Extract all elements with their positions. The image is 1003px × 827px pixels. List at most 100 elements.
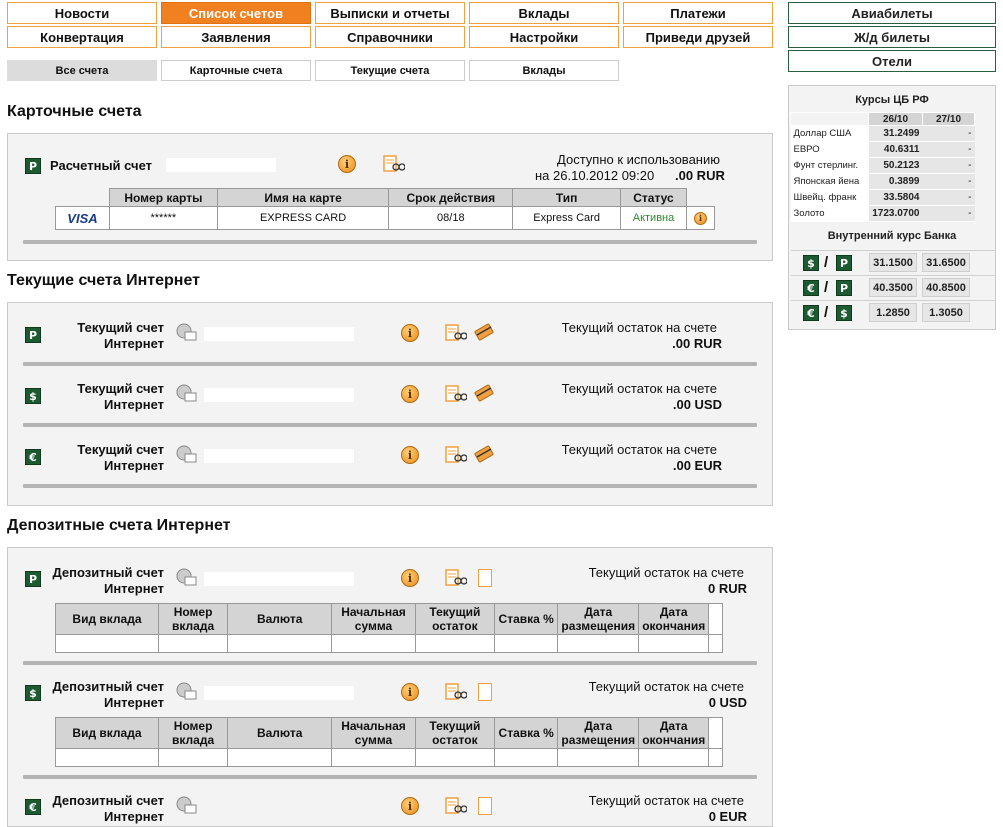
- internet-globe-icon: [176, 384, 197, 402]
- rate-row: Японская йена 0.3899-: [790, 173, 975, 190]
- nav-hotels[interactable]: Отели: [788, 50, 996, 72]
- statement-icon[interactable]: [445, 446, 467, 464]
- account-number-mask: [204, 449, 354, 463]
- euro-icon: €: [25, 449, 41, 465]
- info-icon[interactable]: i: [401, 683, 419, 701]
- bank-rate-row: € / Р 40.3500 40.8500: [791, 275, 995, 299]
- bank-sell-rate: 40.8500: [922, 278, 970, 297]
- nav-account-list[interactable]: Список счетов: [161, 2, 311, 24]
- col-deposit-type: Вид вклада: [55, 603, 159, 635]
- subtab-current-accounts[interactable]: Текущие счета: [315, 60, 465, 81]
- euro-icon: €: [803, 280, 819, 296]
- exchange-rates-widget: Курсы ЦБ РФ 26/10 27/10 Доллар США 31.249…: [788, 85, 996, 330]
- col-card-number: Номер карты: [108, 188, 218, 207]
- balance-value: 0 EUR: [708, 809, 747, 824]
- currency-pair: € / $: [803, 304, 859, 322]
- nav-payments[interactable]: Платежи: [623, 2, 773, 24]
- deposit-accounts-title: Депозитные счета Интернет: [7, 517, 231, 534]
- statement-icon[interactable]: [445, 797, 467, 815]
- nav-statements[interactable]: Выписки и отчеты: [315, 2, 465, 24]
- nav-news[interactable]: Новости: [7, 2, 157, 24]
- account-number-mask: [204, 572, 354, 586]
- deposit-account-name[interactable]: Депозитный счет Интернет: [48, 793, 164, 825]
- card-status: Активна: [620, 206, 687, 230]
- card-accounts-title: Карточные счета: [7, 103, 142, 120]
- balance-value: 0 RUR: [707, 581, 747, 596]
- nav-applications[interactable]: Заявления: [161, 26, 311, 48]
- ruble-icon: Р: [25, 327, 41, 343]
- nav-deposits[interactable]: Вклады: [469, 2, 619, 24]
- card-payment-icon[interactable]: [474, 384, 494, 402]
- document-icon[interactable]: [478, 683, 492, 701]
- internet-globe-icon: [176, 568, 197, 586]
- col-card-name: Имя на карте: [216, 188, 390, 207]
- card-info-icon[interactable]: i: [693, 211, 707, 225]
- nav-settings[interactable]: Настройки: [469, 26, 619, 48]
- balance-value: .00 USD: [672, 397, 722, 412]
- current-account-name[interactable]: Текущий счет Интернет: [48, 320, 164, 352]
- info-icon[interactable]: i: [401, 324, 419, 342]
- card-type: Express Card: [512, 206, 622, 230]
- current-accounts-title: Текущие счета Интернет: [7, 272, 200, 289]
- deposit-account-name[interactable]: Депозитный счет Интернет: [48, 679, 164, 711]
- info-icon[interactable]: i: [401, 797, 419, 815]
- document-icon[interactable]: [478, 797, 492, 815]
- statement-icon[interactable]: [383, 155, 405, 173]
- bank-rate-row: € / $ 1.2850 1.3050: [791, 300, 995, 324]
- statement-icon[interactable]: [445, 569, 467, 587]
- current-account-name[interactable]: Текущий счет Интернет: [48, 442, 164, 474]
- balance-label: Текущий остаток на счете: [588, 565, 744, 580]
- euro-icon: €: [25, 799, 41, 815]
- nav-invite-friends[interactable]: Приведи друзей: [623, 26, 773, 48]
- card-name: EXPRESS CARD: [216, 206, 390, 230]
- account-number-mask: [204, 686, 354, 700]
- nav-references[interactable]: Справочники: [315, 26, 465, 48]
- divider: [23, 661, 757, 665]
- card-account-name[interactable]: Расчетный счет: [50, 158, 152, 174]
- statement-icon[interactable]: [445, 385, 467, 403]
- internet-globe-icon: [176, 445, 197, 463]
- slash-separator: /: [824, 279, 829, 296]
- bank-rates-title: Внутренний курс Банка: [827, 230, 957, 242]
- account-number-mask: [166, 158, 276, 172]
- divider: [23, 240, 757, 244]
- internet-globe-icon: [176, 682, 197, 700]
- table-row[interactable]: VISA ****** EXPRESS CARD 08/18 Express C…: [55, 206, 716, 230]
- divider: [23, 423, 757, 427]
- col-initial-amount: Начальная сумма: [331, 717, 416, 749]
- col-status: Статус: [620, 188, 687, 207]
- statement-icon[interactable]: [445, 324, 467, 342]
- currency-pair: $ / Р: [803, 254, 859, 272]
- col-end-date: Дата окончания: [638, 717, 710, 749]
- balance-label: Текущий остаток на счете: [588, 793, 744, 808]
- ruble-icon: Р: [836, 280, 852, 296]
- subtab-card-accounts[interactable]: Карточные счета: [161, 60, 311, 81]
- info-icon[interactable]: i: [401, 569, 419, 587]
- table-row: [55, 748, 723, 767]
- dollar-icon: $: [803, 255, 819, 271]
- document-icon[interactable]: [478, 569, 492, 587]
- card-expiry: 08/18: [388, 206, 514, 230]
- slash-separator: /: [824, 304, 829, 321]
- col-deposit-type: Вид вклада: [55, 717, 159, 749]
- subtab-all-accounts[interactable]: Все счета: [7, 60, 157, 81]
- info-icon[interactable]: i: [338, 155, 356, 173]
- info-icon[interactable]: i: [401, 385, 419, 403]
- info-icon[interactable]: i: [401, 446, 419, 464]
- account-number-mask: [204, 388, 354, 402]
- deposit-account-name[interactable]: Депозитный счет Интернет: [48, 565, 164, 597]
- current-account-name[interactable]: Текущий счет Интернет: [48, 381, 164, 413]
- balance-value: 0 USD: [708, 695, 747, 710]
- subtab-deposits[interactable]: Вклады: [469, 60, 619, 81]
- rate-date-1: 26/10: [868, 112, 923, 126]
- nav-flights[interactable]: Авиабилеты: [788, 2, 996, 24]
- card-payment-icon[interactable]: [474, 323, 494, 341]
- nav-conversion[interactable]: Конвертация: [7, 26, 157, 48]
- card-payment-icon[interactable]: [474, 445, 494, 463]
- balance-value: .00 RUR: [672, 336, 722, 351]
- card-accounts-panel: Р Расчетный счет i Доступно к использова…: [7, 133, 773, 261]
- rate-row: Швейц. франк 33.5804-: [790, 189, 975, 206]
- nav-trains[interactable]: Ж/д билеты: [788, 26, 996, 48]
- col-rate: Ставка %: [493, 603, 559, 635]
- statement-icon[interactable]: [445, 683, 467, 701]
